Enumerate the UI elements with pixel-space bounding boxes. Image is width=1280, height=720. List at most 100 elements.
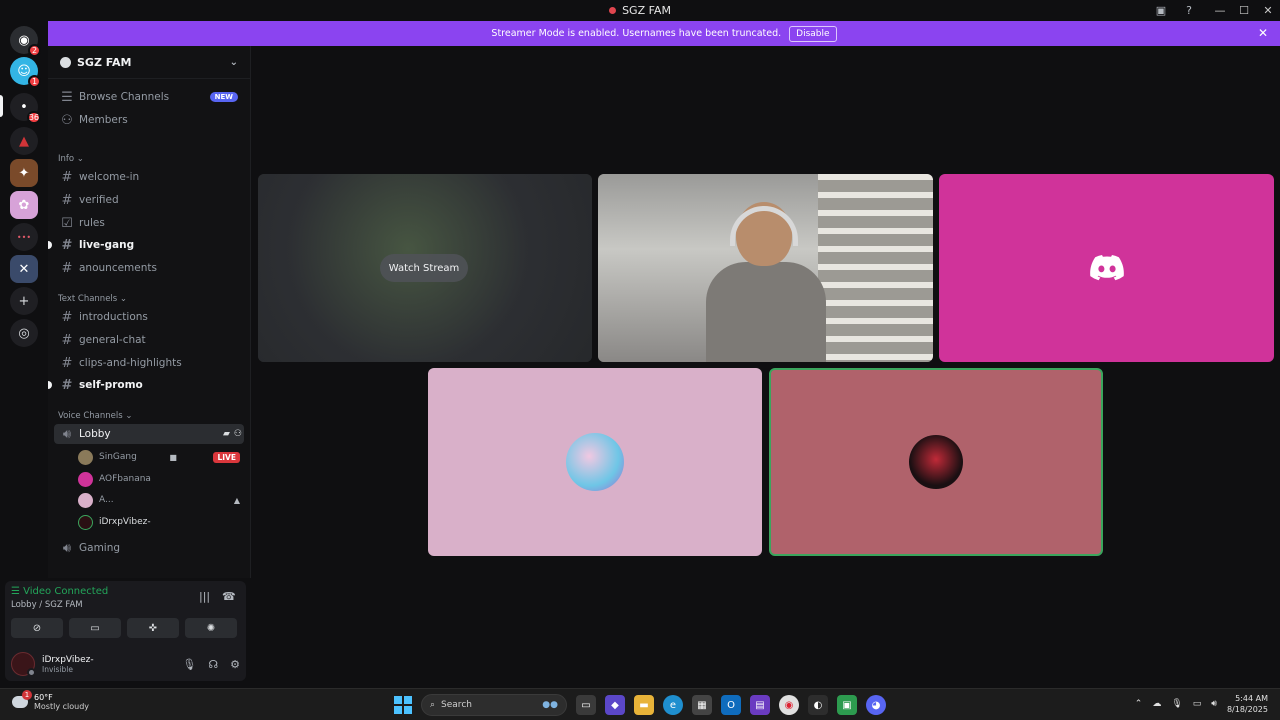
disable-button[interactable]: Disable bbox=[789, 25, 837, 42]
category-text-channels[interactable]: Text Channels ⌄ bbox=[58, 294, 127, 304]
server-icon[interactable]: ✿ bbox=[10, 191, 38, 219]
hash-icon: # bbox=[61, 377, 73, 393]
speaker-icon: 🔊︎ bbox=[62, 426, 72, 442]
voice-user[interactable]: iDrxpVibez- bbox=[78, 512, 244, 532]
channel-general-chat[interactable]: # general-chat bbox=[54, 330, 244, 350]
video-tile[interactable] bbox=[598, 174, 933, 362]
video-person bbox=[706, 202, 826, 362]
help-icon[interactable]: ? bbox=[1182, 4, 1196, 18]
channel-live-gang[interactable]: # live-gang bbox=[48, 235, 244, 255]
avatar bbox=[78, 514, 93, 530]
category-info[interactable]: Info ⌄ bbox=[58, 154, 84, 164]
camera-off-icon: ⊘ bbox=[32, 622, 42, 634]
outlook-icon[interactable]: O bbox=[721, 695, 741, 715]
app-icon[interactable]: ◐ bbox=[808, 695, 828, 715]
stream-tile[interactable]: Watch Stream bbox=[258, 174, 592, 362]
clock[interactable]: 5:44 AM 8/18/2025 bbox=[1227, 693, 1268, 715]
channel-rules[interactable]: ☑ rules bbox=[54, 213, 244, 233]
discord-taskbar-icon[interactable]: ◕ bbox=[866, 695, 886, 715]
server-icon[interactable]: ▲ bbox=[10, 127, 38, 155]
server-icon bbox=[609, 7, 617, 14]
microphone-icon[interactable]: 🎙︎ bbox=[182, 658, 196, 671]
watch-stream-button[interactable]: Watch Stream bbox=[380, 254, 468, 282]
status-indicator bbox=[27, 668, 36, 677]
voice-user[interactable]: SinGang ■ LIVE bbox=[78, 447, 244, 467]
screen-share-button[interactable]: ▭ bbox=[69, 618, 121, 638]
close-window-button[interactable]: ✕ bbox=[1256, 4, 1280, 17]
close-icon[interactable]: ✕ bbox=[1258, 26, 1268, 40]
voice-status-text: Video Connected bbox=[23, 586, 109, 597]
guild-name: SGZ FAM bbox=[77, 55, 132, 69]
server-icon[interactable]: • 36 bbox=[10, 93, 41, 124]
inbox-icon[interactable]: ▣ bbox=[1154, 4, 1168, 18]
participant-tile[interactable] bbox=[428, 368, 762, 556]
channel-verified[interactable]: # verified bbox=[54, 190, 244, 210]
members[interactable]: ⚇ Members bbox=[54, 110, 244, 130]
file-explorer-icon[interactable]: ▬ bbox=[634, 695, 654, 715]
network-icon[interactable]: ▭ bbox=[1193, 699, 1202, 709]
voice-channel-gaming[interactable]: 🔊︎ Gaming bbox=[54, 538, 244, 558]
guild-header[interactable]: SGZ FAM ⌄ bbox=[48, 46, 250, 79]
participant-tile[interactable] bbox=[939, 174, 1274, 362]
dm-badge: 1 bbox=[28, 75, 41, 88]
microphone-icon[interactable]: 🎙︎ bbox=[1171, 699, 1182, 709]
channel-label: Lobby bbox=[79, 428, 111, 440]
voice-user[interactable]: A... ▲ bbox=[78, 490, 244, 510]
server-icon[interactable]: ••• bbox=[10, 223, 38, 251]
voice-channel-lobby[interactable]: 🔊︎ Lobby ▰ ⚇ bbox=[54, 424, 244, 444]
speaker-icon: 🔊︎ bbox=[62, 540, 72, 556]
discord-logo-icon bbox=[1089, 255, 1124, 281]
add-server-icon[interactable]: + bbox=[10, 287, 38, 315]
participant-tile-speaking[interactable] bbox=[769, 368, 1103, 556]
discord-home-icon[interactable]: ◉ 2 bbox=[10, 26, 41, 57]
voice-status: ☰ Video Connected bbox=[11, 586, 109, 597]
person-body bbox=[706, 262, 826, 362]
volume-icon[interactable]: 🔊︎ bbox=[1211, 699, 1217, 709]
dm-avatar-icon[interactable]: ☺ 1 bbox=[10, 57, 41, 88]
soundboard-icon: ✺ bbox=[206, 622, 216, 634]
server-icon[interactable]: ✕ bbox=[10, 255, 38, 283]
voice-user[interactable]: AOFbanana bbox=[78, 469, 244, 489]
channel-introductions[interactable]: # introductions bbox=[54, 307, 244, 327]
edge-icon[interactable]: e bbox=[663, 695, 683, 715]
server-icon[interactable]: ✦ bbox=[10, 159, 38, 187]
browse-channels[interactable]: ☰ Browse Channels NEW bbox=[54, 87, 244, 107]
chrome-icon[interactable]: ◉ bbox=[779, 695, 799, 715]
channel-label: rules bbox=[79, 217, 105, 229]
search-input[interactable]: ⌕ Search ●● bbox=[421, 694, 567, 716]
avatar[interactable] bbox=[11, 652, 36, 677]
channel-self-promo[interactable]: # self-promo bbox=[48, 375, 244, 395]
soundboard-button[interactable]: ✺ bbox=[185, 618, 237, 638]
screen-share-icon: ▭ bbox=[90, 622, 100, 634]
headphones-icon[interactable]: ☊ bbox=[208, 658, 218, 671]
video-toggle-button[interactable]: ⊘ bbox=[11, 618, 63, 638]
office-icon[interactable]: ▤ bbox=[750, 695, 770, 715]
onedrive-icon[interactable]: ☁ bbox=[1152, 699, 1161, 709]
voice-location[interactable]: Lobby / SGZ FAM bbox=[11, 600, 83, 610]
invite-icon[interactable]: ⚇ bbox=[234, 429, 242, 439]
minimize-button[interactable]: — bbox=[1208, 4, 1232, 17]
chat-icon[interactable]: ▰ bbox=[223, 429, 230, 439]
windows-start-icon[interactable] bbox=[394, 696, 412, 714]
channel-anouncements[interactable]: # anouncements bbox=[54, 258, 244, 278]
noise-suppression-icon[interactable]: ||| bbox=[199, 590, 210, 603]
discover-icon[interactable]: ◎ bbox=[10, 319, 38, 347]
store-icon[interactable]: ▦ bbox=[692, 695, 712, 715]
channel-welcome-in[interactable]: # welcome-in bbox=[54, 167, 244, 187]
disconnect-icon[interactable]: ☎ bbox=[222, 590, 236, 603]
channel-label: self-promo bbox=[79, 379, 143, 391]
category-voice-channels[interactable]: Voice Channels ⌄ bbox=[58, 411, 132, 421]
dm-badge: 2 bbox=[28, 44, 41, 57]
xbox-icon[interactable]: ▣ bbox=[837, 695, 857, 715]
copilot-icon[interactable]: ◆ bbox=[605, 695, 625, 715]
channel-clips-and-highlights[interactable]: # clips-and-highlights bbox=[54, 353, 244, 373]
hash-icon: # bbox=[61, 192, 73, 208]
activities-button[interactable]: ✜ bbox=[127, 618, 179, 638]
task-view-icon[interactable]: ▭ bbox=[576, 695, 596, 715]
weather-widget[interactable]: 1 60°F Mostly cloudy bbox=[12, 690, 89, 711]
channel-label: verified bbox=[79, 194, 119, 206]
new-badge: NEW bbox=[209, 92, 238, 102]
gear-icon[interactable]: ⚙ bbox=[230, 658, 240, 671]
maximize-button[interactable]: ☐ bbox=[1232, 4, 1256, 17]
chevron-up-icon[interactable]: ⌃ bbox=[1135, 699, 1143, 709]
